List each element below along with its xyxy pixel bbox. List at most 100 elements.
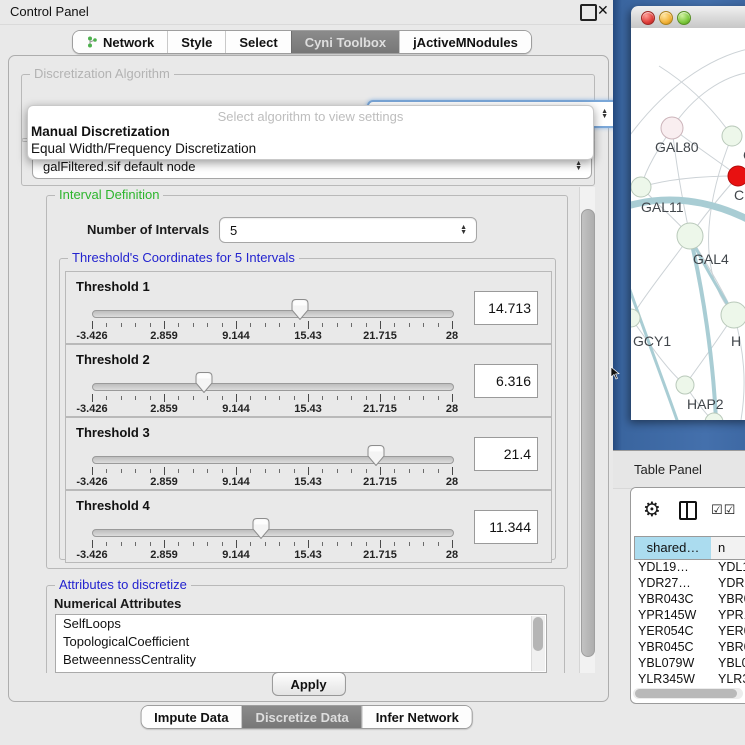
thresholds-group-title: Threshold's Coordinates for 5 Intervals	[68, 250, 299, 265]
threshold-value-field[interactable]: 14.713	[474, 291, 538, 325]
network-node-red[interactable]	[728, 166, 745, 186]
attribute-list-item[interactable]: SelfLoops	[56, 615, 546, 633]
threshold-value-field[interactable]: 21.4	[474, 437, 538, 471]
attributes-scrollbar[interactable]	[531, 616, 545, 671]
tick-label: 28	[446, 330, 458, 342]
tab-network[interactable]: Network	[73, 31, 167, 53]
table-row[interactable]: YBL079W YBL0	[634, 655, 745, 671]
combo-arrows-icon: ▲▼	[460, 225, 467, 235]
tick-label: 2.859	[150, 403, 178, 415]
slider-track[interactable]	[92, 383, 454, 391]
attribute-list-item[interactable]: BetweennessCentrality	[56, 651, 546, 669]
network-node-green[interactable]	[631, 177, 651, 197]
slider-thumb[interactable]	[291, 299, 309, 320]
close-traffic-light-icon[interactable]	[641, 11, 655, 25]
tick-label: -3.426	[76, 476, 107, 488]
zoom-traffic-light-icon[interactable]	[677, 11, 691, 25]
table-panel: ⚙ ☑☑ shared… n YDL19…YDL1YDR27…YDR2YBR04…	[630, 487, 745, 704]
slider-ticks	[92, 321, 452, 330]
tick-label: 9.144	[222, 476, 250, 488]
column-header-name[interactable]: n	[711, 537, 745, 559]
tab-label: jActiveMNodules	[413, 35, 518, 50]
cell-shared-name: YER054C	[638, 623, 694, 639]
table-panel-title: Table Panel	[634, 462, 702, 477]
settings-scrollbar-thumb[interactable]	[581, 209, 595, 657]
cell-shared-name: YBR043C	[638, 591, 694, 607]
cell-shared-name: YBR045C	[638, 639, 694, 655]
table-row[interactable]: YDL19…YDL1	[634, 559, 745, 575]
tab-select[interactable]: Select	[225, 31, 290, 53]
close-icon[interactable]: ✕	[597, 2, 609, 19]
cell-name: YDL1	[718, 559, 745, 575]
node-label-GCY1: GCY1	[633, 333, 671, 349]
apply-button[interactable]: Apply	[271, 672, 345, 696]
threshold-value-field[interactable]: 11.344	[474, 510, 538, 544]
slider-thumb[interactable]	[252, 518, 270, 539]
tab-style[interactable]: Style	[167, 31, 225, 53]
tick-label: -3.426	[76, 330, 107, 342]
network-window-titlebar[interactable]	[631, 6, 745, 29]
slider-track[interactable]	[92, 456, 454, 464]
cell-name: YBL0	[718, 655, 745, 671]
table-row[interactable]: YBR043C YBR0	[634, 591, 745, 607]
tab-label: Infer Network	[376, 710, 459, 725]
network-node-pink[interactable]	[661, 117, 683, 139]
threshold-value-field[interactable]: 6.316	[474, 364, 538, 398]
table-rows: YDL19…YDL1YDR27…YDR2YBR043CYBR0YPR145WYP…	[634, 559, 745, 687]
settings-scrollbar[interactable]	[579, 187, 595, 673]
tab-jactivemnodules[interactable]: jActiveMNodules	[399, 31, 531, 53]
slider-thumb[interactable]	[367, 445, 385, 466]
table-row[interactable]: YBR045CYBR0	[634, 639, 745, 655]
num-intervals-combobox[interactable]: 5 ▲▼	[219, 217, 477, 243]
tab-impute-data[interactable]: Impute Data	[141, 706, 241, 728]
numerical-attributes-list[interactable]: SelfLoopsTopologicalCoefficientBetweenne…	[55, 614, 547, 673]
tick-label: 28	[446, 549, 458, 561]
dropdown-option[interactable]: Equal Width/Frequency Discretization	[31, 141, 256, 156]
network-node-green[interactable]	[722, 126, 742, 146]
column-header-shared-name[interactable]: shared…	[634, 537, 712, 559]
network-canvas[interactable]: GAL80GCGAL11GAL4GCY1HHAP2	[631, 28, 745, 420]
table-row[interactable]: YER054CYER0	[634, 623, 745, 639]
network-node-green[interactable]	[721, 302, 745, 328]
attributes-scrollbar-thumb[interactable]	[533, 617, 543, 651]
table-row[interactable]: YLR345WYLR3	[634, 671, 745, 687]
table-row[interactable]: YDR27…YDR2	[634, 575, 745, 591]
float-window-icon[interactable]	[580, 4, 597, 21]
dropdown-option[interactable]: Manual Discretization	[31, 124, 170, 139]
slider-track[interactable]	[92, 310, 454, 318]
cell-name: YDR2	[718, 575, 745, 591]
cell-shared-name: YPR145W	[638, 607, 696, 623]
bottom-tab-bar: Impute Data Discretize Data Infer Network	[140, 705, 473, 729]
slider-track[interactable]	[92, 529, 454, 537]
table-row[interactable]: YPR145W YPR1	[634, 607, 745, 623]
network-node-green[interactable]	[676, 376, 694, 394]
slider-tick-labels: -3.4262.8599.14415.4321.71528	[92, 330, 452, 342]
minimize-traffic-light-icon[interactable]	[659, 11, 673, 25]
tab-label: Discretize Data	[256, 710, 349, 725]
table-hscrollbar-thumb[interactable]	[635, 689, 737, 698]
cell-name: YLR3	[718, 671, 745, 687]
network-edge	[709, 136, 734, 315]
attribute-list-item[interactable]: TopologicalCoefficient	[56, 633, 546, 651]
tab-infer-network[interactable]: Infer Network	[362, 706, 472, 728]
network-icon	[86, 36, 98, 48]
network-node-green[interactable]	[705, 413, 723, 420]
cell-shared-name: YBL079W	[638, 655, 694, 671]
columns-icon[interactable]	[679, 501, 697, 520]
threshold-panel-1: Threshold 1-3.4262.8599.14415.4321.71528…	[65, 271, 552, 344]
tick-label: 21.715	[363, 330, 397, 342]
tab-discretize-data[interactable]: Discretize Data	[242, 706, 362, 728]
checkboxes-icon[interactable]: ☑☑	[711, 502, 736, 518]
table-panel-header: Table Panel	[613, 450, 745, 489]
table-hscrollbar[interactable]	[633, 688, 743, 699]
slider-tick-labels: -3.4262.8599.14415.4321.71528	[92, 403, 452, 415]
network-window[interactable]: GAL80GCGAL11GAL4GCY1HHAP2	[631, 6, 745, 420]
cell-name: YPR1	[718, 607, 745, 623]
slider-thumb[interactable]	[195, 372, 213, 393]
tick-label: 2.859	[150, 549, 178, 561]
tab-cyni-toolbox[interactable]: Cyni Toolbox	[291, 31, 399, 53]
cell-name: YBR0	[718, 591, 745, 607]
tick-label: 15.43	[294, 549, 322, 561]
gear-icon[interactable]: ⚙	[643, 497, 661, 522]
network-node-green[interactable]	[677, 223, 703, 249]
